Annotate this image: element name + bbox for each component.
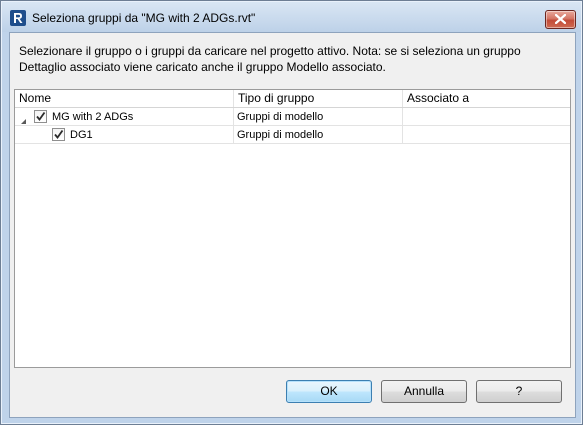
name-cell: MG with 2 ADGs — [15, 108, 234, 126]
help-button[interactable]: ? — [476, 380, 562, 403]
close-icon — [555, 14, 566, 24]
ok-button[interactable]: OK — [286, 380, 372, 403]
revit-logo-icon — [10, 10, 26, 26]
group-name: DG1 — [70, 129, 93, 141]
grid-row-dg1[interactable]: DG1 Gruppi di modello — [15, 126, 570, 144]
grid-row-mg-with-2-adgs[interactable]: MG with 2 ADGs Gruppi di modello — [15, 108, 570, 126]
instruction-message: Selezionare il gruppo o i gruppi da cari… — [19, 43, 564, 75]
grid-header: Nome Tipo di gruppo Associato a — [15, 90, 570, 108]
cancel-button[interactable]: Annulla — [381, 380, 467, 403]
group-type-cell: Gruppi di modello — [234, 126, 403, 144]
close-button[interactable] — [545, 10, 576, 29]
checkmark-icon — [54, 129, 64, 139]
associated-cell — [403, 126, 570, 144]
group-name: MG with 2 ADGs — [52, 111, 134, 123]
column-header-group-type[interactable]: Tipo di gruppo — [234, 90, 403, 107]
groups-grid[interactable]: Nome Tipo di gruppo Associato a MG with … — [14, 89, 571, 368]
column-header-name[interactable]: Nome — [15, 90, 234, 107]
message-line-1: Selezionare il gruppo o i gruppi da cari… — [19, 44, 521, 58]
message-line-2: Dettaglio associato viene caricato anche… — [19, 60, 386, 74]
group-checkbox[interactable] — [52, 128, 65, 141]
associated-cell — [403, 108, 570, 126]
checkmark-icon — [36, 111, 46, 121]
title-bar[interactable]: Seleziona gruppi da "MG with 2 ADGs.rvt" — [2, 2, 581, 32]
dialog-body: Selezionare il gruppo o i gruppi da cari… — [9, 32, 576, 418]
column-header-associated[interactable]: Associato a — [403, 90, 570, 107]
name-cell: DG1 — [15, 126, 234, 144]
dialog-window: Seleziona gruppi da "MG with 2 ADGs.rvt"… — [0, 0, 583, 425]
group-type-cell: Gruppi di modello — [234, 108, 403, 126]
window-title: Seleziona gruppi da "MG with 2 ADGs.rvt" — [32, 11, 256, 25]
group-checkbox[interactable] — [34, 110, 47, 123]
